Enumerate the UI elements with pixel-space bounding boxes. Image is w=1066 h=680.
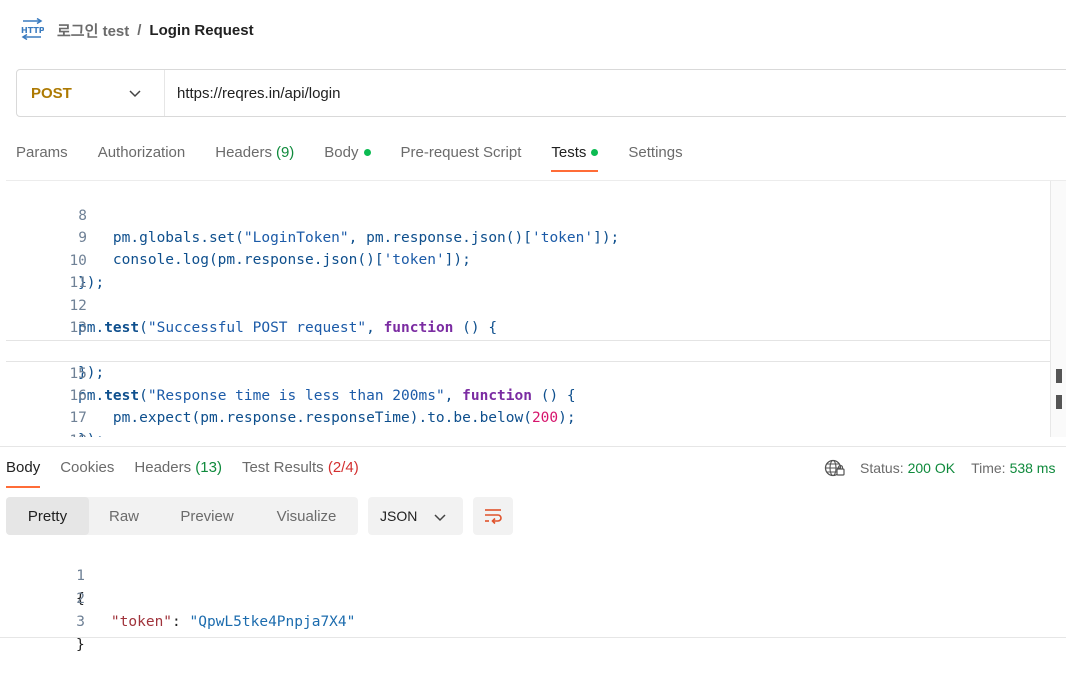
response-tabs: Body Cookies Headers (13) Test Results (… [6, 459, 379, 488]
tab-body[interactable]: Body [324, 136, 371, 168]
url-bar: POST [16, 69, 1066, 117]
code-line: 16 pm.expect(pm.response.responseTime).t… [6, 363, 1066, 426]
scrollbar-marker [1056, 369, 1062, 383]
tests-code-editor[interactable]: 8 pm.globals.set("LoginToken", pm.respon… [6, 180, 1066, 437]
http-icon: HTTP [21, 18, 44, 40]
view-visualize-button[interactable]: Visualize [255, 497, 358, 535]
method-label: POST [31, 84, 72, 102]
time-value[interactable]: 538 ms [1010, 460, 1056, 476]
wrap-lines-icon [485, 509, 502, 525]
modified-dot [363, 148, 371, 156]
view-mode-selector: Pretty Raw Preview Visualize [6, 497, 358, 535]
tab-label: Body [6, 459, 41, 476]
modified-dot [591, 148, 599, 156]
svg-text:HTTP: HTTP [21, 26, 44, 35]
json-value[interactable]: "QpwL5tke4Pnpja7X4" [190, 614, 356, 630]
view-preview-button[interactable]: Preview [159, 497, 255, 535]
json-separator: : [172, 614, 190, 630]
divider [0, 637, 1066, 638]
time-label: Time: [971, 460, 1006, 476]
tab-label: Tests [551, 143, 587, 161]
tab-count: (9) [275, 143, 295, 161]
code-line: 17 }); [6, 385, 1066, 437]
code-line: 13 pm.expect(pm.response.code).to.be.one… [6, 295, 1066, 358]
tab-label: Headers [134, 459, 192, 476]
tab-pre-request-script[interactable]: Pre-request Script [401, 136, 522, 168]
code-line: 12 pm.test("Successful POST request", fu… [6, 273, 1066, 336]
tab-label: Body [324, 143, 359, 161]
tab-params[interactable]: Params [16, 136, 68, 168]
tab-count: (13) [195, 459, 222, 476]
response-line: 2 "token": "QpwL5tke4Pnpja7X4" [0, 565, 355, 630]
status-label: Status: [860, 460, 904, 476]
tab-label: Pre-request Script [400, 143, 522, 161]
response-body-viewer[interactable]: 1 { 2 "token": "QpwL5tke4Pnpja7X4" 3 } [0, 542, 1066, 653]
response-tab-headers[interactable]: Headers (13) [134, 459, 222, 476]
url-input[interactable] [165, 83, 979, 103]
method-select[interactable]: POST [17, 70, 165, 116]
response-tab-test-results[interactable]: Test Results (2/4) [242, 459, 359, 476]
wrap-lines-button[interactable] [473, 497, 513, 535]
response-tab-body[interactable]: Body [6, 459, 41, 488]
breadcrumb-separator: / [137, 22, 142, 39]
response-tab-cookies[interactable]: Cookies [60, 459, 114, 476]
globe-lock-icon[interactable] [824, 458, 846, 478]
tab-label: Headers [215, 143, 272, 161]
request-name[interactable]: Login Request [149, 22, 253, 39]
tab-label: Params [16, 143, 68, 161]
response-status: Status: 200 OK Time: 538 ms [824, 458, 1055, 478]
status-value[interactable]: 200 OK [908, 460, 955, 476]
response-text: "token": "QpwL5tke4Pnpja7X4" [76, 611, 355, 634]
chevron-down-icon [434, 514, 446, 522]
response-line: 3 } [0, 588, 85, 653]
view-raw-button[interactable]: Raw [89, 497, 159, 535]
request-header: HTTP 로그인 test / Login Request [0, 0, 1066, 60]
code-line: 10 }); [6, 228, 1066, 291]
breadcrumb-collection[interactable]: 로그인 test [57, 20, 129, 41]
tab-authorization[interactable]: Authorization [98, 136, 186, 168]
format-label: JSON [380, 508, 418, 524]
json-key: "token" [110, 614, 173, 630]
code-line: 8 pm.globals.set("LoginToken", pm.respon… [6, 183, 1066, 246]
tab-count: (2/4) [327, 459, 359, 476]
chevron-down-icon [129, 90, 141, 98]
tab-label: Cookies [60, 459, 115, 476]
tab-label: Authorization [97, 143, 186, 161]
tab-headers[interactable]: Headers (9) [215, 136, 294, 168]
code-line-current: 15 pm.test("Response time is less than 2… [6, 340, 1066, 404]
request-tabs: Params Authorization Headers (9) Body Pre… [16, 136, 713, 172]
tab-label: Test Results [241, 459, 324, 476]
code-line: 18 [6, 408, 1066, 437]
format-select[interactable]: JSON [368, 497, 463, 535]
code-line: 11 [6, 250, 1066, 291]
code-line: 14 }); [6, 318, 1066, 381]
line-number: 18 [41, 430, 86, 437]
tab-tests[interactable]: Tests [551, 136, 599, 172]
code-line: 9 console.log(pm.response.json()['token'… [6, 205, 1066, 268]
response-bar: Body Cookies Headers (13) Test Results (… [0, 446, 1066, 489]
breadcrumb: 로그인 test / Login Request [57, 20, 254, 41]
view-pretty-button[interactable]: Pretty [6, 497, 89, 535]
tab-settings[interactable]: Settings [628, 136, 682, 168]
scrollbar-marker [1056, 395, 1062, 409]
tab-label: Settings [628, 143, 683, 161]
response-line: 1 { [0, 542, 85, 607]
line-number: 3 [76, 614, 85, 630]
